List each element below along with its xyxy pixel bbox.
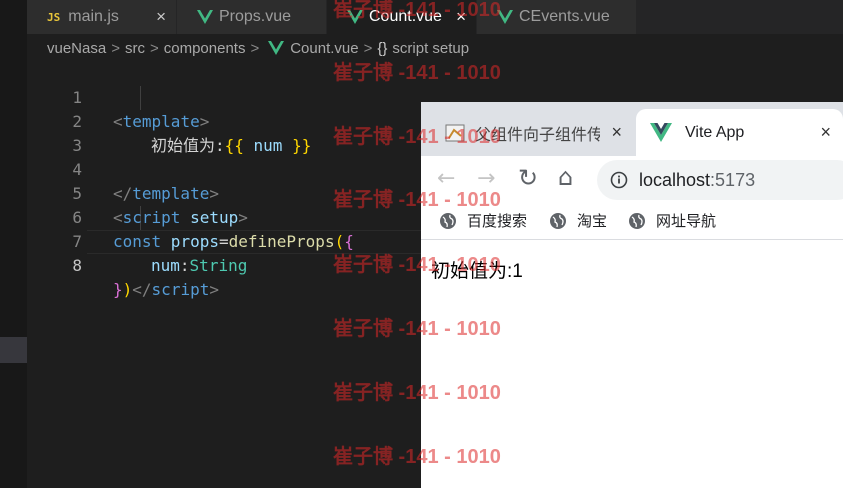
js-icon: JS	[47, 10, 61, 24]
browser-tab-vite-app[interactable]: Vite App ×	[636, 109, 843, 156]
braces-icon: {}	[377, 39, 388, 57]
info-icon[interactable]	[610, 171, 628, 189]
breadcrumb-separator: >	[111, 39, 120, 57]
vue-icon	[347, 10, 363, 24]
browser-tab-strip: 父组件向子组件传 × Vite App ×	[421, 102, 843, 156]
breadcrumb-separator: >	[149, 39, 159, 57]
close-icon[interactable]: ×	[456, 7, 466, 27]
breadcrumb-separator: >	[250, 39, 260, 57]
browser-toolbar: ← → ↻ ⌂ localhost:5173	[421, 156, 843, 204]
tab-label: Props.vue	[219, 8, 292, 25]
breadcrumb-item[interactable]: Count.vue	[290, 40, 358, 57]
forward-arrow-icon[interactable]: →	[477, 166, 495, 191]
reload-icon[interactable]: ↻	[518, 164, 538, 192]
browser-tab-parent-child[interactable]: 父组件向子组件传 ×	[421, 109, 634, 156]
code-text: num:String	[151, 256, 248, 275]
globe-icon	[550, 212, 566, 229]
tab-label: CEvents.vue	[519, 8, 610, 25]
page-content: 初始值为:1	[421, 240, 843, 488]
favicon-icon	[445, 124, 465, 141]
bookmark-nav[interactable]: 网址导航	[629, 210, 716, 231]
page-text: 初始值为:1	[431, 261, 523, 282]
back-arrow-icon[interactable]: ←	[437, 166, 455, 191]
url-text[interactable]: localhost:5173	[639, 170, 755, 191]
line-number: 8	[72, 256, 82, 275]
breadcrumb-separator: >	[363, 39, 373, 57]
browser-window: 父组件向子组件传 × Vite App × ← → ↻ ⌂ localhost:…	[421, 102, 843, 488]
vue-icon	[650, 123, 672, 142]
vue-icon	[197, 10, 213, 24]
code-text: })</script>	[113, 280, 219, 299]
bookmark-label: 淘宝	[577, 213, 608, 230]
breadcrumb-item[interactable]: vueNasa	[47, 40, 106, 57]
close-icon[interactable]: ×	[156, 7, 166, 27]
globe-icon	[440, 212, 456, 229]
browser-tab-label: Vite App	[685, 123, 745, 141]
close-icon[interactable]: ×	[820, 122, 831, 143]
editor-tab-bar: JS main.js × Props.vue Count.vue × CEven…	[27, 0, 843, 34]
tab-main-js[interactable]: JS main.js ×	[27, 0, 177, 34]
tab-cevents-vue[interactable]: CEvents.vue	[477, 0, 637, 34]
close-icon[interactable]: ×	[611, 122, 622, 143]
bookmarks-bar: 百度搜索 淘宝 网址导航	[421, 204, 843, 240]
vue-icon	[497, 10, 513, 24]
globe-icon	[629, 212, 645, 229]
tab-label: main.js	[68, 8, 119, 25]
vue-icon	[268, 41, 285, 55]
tab-count-vue[interactable]: Count.vue ×	[327, 0, 477, 34]
breadcrumb-item[interactable]: src	[125, 40, 145, 57]
browser-tab-label: 父组件向子组件传	[475, 126, 600, 144]
breadcrumb-item[interactable]: script setup	[392, 40, 469, 57]
bookmark-label: 百度搜索	[467, 213, 528, 230]
breadcrumb: vueNasa > src > components > Count.vue >…	[27, 34, 843, 62]
breadcrumb-item[interactable]: components	[164, 40, 246, 57]
activity-bar	[0, 0, 27, 488]
tab-label: Count.vue	[369, 8, 442, 25]
tab-props-vue[interactable]: Props.vue	[177, 0, 327, 34]
bookmark-label: 网址导航	[656, 213, 717, 230]
activity-bar-selected-item[interactable]	[0, 337, 27, 363]
home-icon[interactable]: ⌂	[558, 163, 573, 191]
code-line: 1 <template>	[27, 62, 843, 131]
bookmark-baidu[interactable]: 百度搜索	[440, 210, 527, 231]
bookmark-taobao[interactable]: 淘宝	[550, 210, 607, 231]
